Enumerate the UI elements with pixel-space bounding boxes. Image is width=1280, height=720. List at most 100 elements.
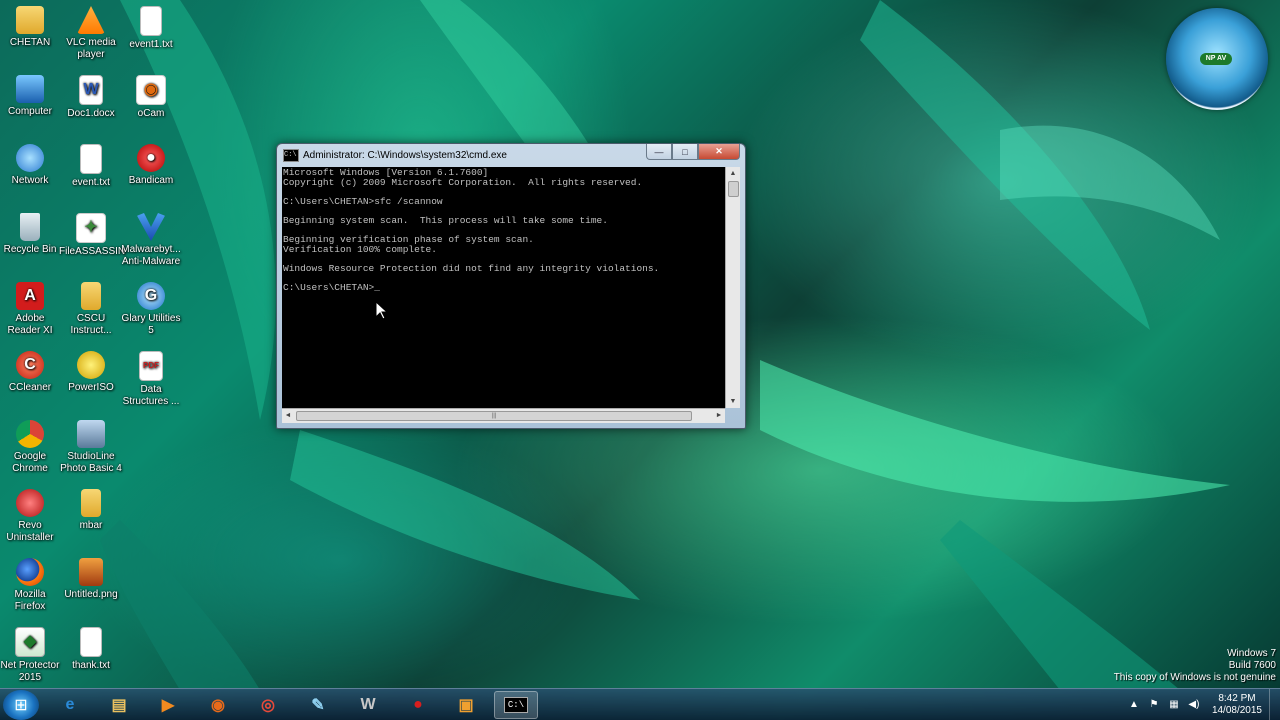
notepad-icon: ✎ xyxy=(311,697,325,714)
console-output[interactable]: Microsoft Windows [Version 6.1.7600] Copy… xyxy=(282,167,725,408)
taskbar-windows-explorer-button[interactable]: ▤ xyxy=(97,691,141,719)
console-line: C:\Users\CHETAN>_ xyxy=(283,282,380,294)
taskbar-cmd-button[interactable]: C:\ xyxy=(494,691,538,719)
desktop-icon-thank[interactable]: thank.txt xyxy=(59,627,123,672)
desktop-icon-label: mbar xyxy=(79,520,103,531)
taskbar-firefox-button[interactable]: ◉ xyxy=(196,691,240,719)
network-tray-icon[interactable]: ▦ xyxy=(1167,698,1181,712)
desktop-icon-label: oCam xyxy=(137,108,165,119)
scroll-up-icon[interactable]: ▲ xyxy=(726,167,740,180)
desktop-icon-label: FileASSASSIN xyxy=(59,246,126,257)
desktop-icon-firefox[interactable]: Mozilla Firefox xyxy=(0,558,62,613)
malwarebytes-icon xyxy=(137,213,165,241)
taskbar-notepad-button[interactable]: ✎ xyxy=(296,691,340,719)
desktop-icon-fileassassin[interactable]: ✦ FileASSASSIN xyxy=(59,213,126,258)
desktop-icon-label: thank.txt xyxy=(72,660,110,671)
windows-watermark: Windows 7 Build 7600 This copy of Window… xyxy=(1114,648,1276,684)
ocam-icon: ◉ xyxy=(136,75,166,105)
desktop-icon-bandicam[interactable]: ● Bandicam xyxy=(119,144,183,187)
antivirus-gadget[interactable]: NP AV xyxy=(1166,8,1268,110)
desktop-icon-google-chrome[interactable]: Google Chrome xyxy=(0,420,62,475)
watermark-build: Build 7600 xyxy=(1228,660,1276,671)
image-file-icon xyxy=(79,558,103,586)
taskbar-internet-explorer-button[interactable]: e xyxy=(48,691,92,719)
desktop-icon-label: Untitled.png xyxy=(64,589,118,600)
console-line: C:\Users\CHETAN>sfc /scannow xyxy=(283,195,443,207)
internet-explorer-icon: e xyxy=(65,696,75,713)
horizontal-scroll-thumb[interactable]: ||| xyxy=(296,411,692,421)
desktop-icon-studioline[interactable]: StudioLine Photo Basic 4 xyxy=(59,420,123,475)
chrome-icon xyxy=(16,420,44,448)
scroll-right-icon[interactable]: ► xyxy=(713,409,725,423)
minimize-button[interactable]: — xyxy=(646,144,672,160)
desktop-icon-label: Google Chrome xyxy=(12,451,48,474)
computer-icon xyxy=(16,75,44,103)
show-desktop-button[interactable] xyxy=(1269,689,1280,720)
firefox-icon xyxy=(16,558,44,586)
start-button[interactable]: ⊞ xyxy=(3,690,39,720)
media-player-icon: ▶ xyxy=(161,697,175,714)
vertical-scroll-thumb[interactable] xyxy=(728,181,739,197)
desktop-icon-data-structures[interactable]: PDF Data Structures ... xyxy=(119,351,183,408)
volume-icon[interactable]: ◀) xyxy=(1187,698,1201,712)
chrome-icon: ◎ xyxy=(261,697,275,714)
adobe-reader-icon: A xyxy=(16,282,44,310)
desktop-icon-recycle-bin[interactable]: Recycle Bin xyxy=(0,213,62,256)
desktop-icon-untitled-png[interactable]: Untitled.png xyxy=(59,558,123,601)
taskbar-ocam-button[interactable]: ▣ xyxy=(444,691,488,719)
maximize-button[interactable]: □ xyxy=(672,144,698,160)
taskbar-wwe-game-button[interactable]: W xyxy=(346,691,390,719)
vertical-scrollbar[interactable]: ▲ ▼ xyxy=(725,167,740,408)
cmd-window[interactable]: C:\ Administrator: C:\Windows\system32\c… xyxy=(276,143,746,429)
desktop-icon-net-protector[interactable]: ◆ Net Protector 2015 xyxy=(0,627,62,684)
text-file-icon xyxy=(80,627,102,657)
desktop-icon-label: event.txt xyxy=(72,177,110,188)
horizontal-scrollbar[interactable]: ◄ ||| ► xyxy=(282,408,725,423)
action-center-flag-icon[interactable]: ⚑ xyxy=(1147,698,1161,712)
desktop-icon-label: CSCU Instruct... xyxy=(70,313,112,336)
desktop-icon-label: Bandicam xyxy=(128,175,174,186)
ccleaner-icon: C xyxy=(16,351,44,379)
desktop-icon-ocam[interactable]: ◉ oCam xyxy=(119,75,183,120)
clock[interactable]: 8:42 PM 14/08/2015 xyxy=(1212,693,1262,717)
desktop-icon-label: Mozilla Firefox xyxy=(14,589,46,612)
taskbar-media-player-button[interactable]: ▶ xyxy=(146,691,190,719)
word-doc-icon: W xyxy=(79,75,103,105)
desktop-icon-label: PowerISO xyxy=(68,382,114,393)
desktop-icon-computer[interactable]: Computer xyxy=(0,75,62,118)
gadget-badge: NP AV xyxy=(1200,53,1232,65)
scroll-left-icon[interactable]: ◄ xyxy=(282,409,294,423)
show-hidden-icons-chevron-icon[interactable]: ▲ xyxy=(1127,698,1141,712)
desktop-icon-label: Glary Utilities 5 xyxy=(121,313,181,336)
desktop-icon-label: Net Protector 2015 xyxy=(0,660,60,683)
text-file-icon xyxy=(140,6,162,36)
desktop-icon-ccleaner[interactable]: C CCleaner xyxy=(0,351,62,394)
scroll-down-icon[interactable]: ▼ xyxy=(726,395,740,408)
desktop-icon-label: StudioLine Photo Basic 4 xyxy=(60,451,122,474)
desktop-icon-adobe-reader[interactable]: A Adobe Reader XI xyxy=(0,282,62,337)
close-button[interactable]: ✕ xyxy=(698,144,740,160)
desktop-icon-chetan[interactable]: CHETAN xyxy=(0,6,62,49)
desktop-icon-glary[interactable]: G Glary Utilities 5 xyxy=(119,282,183,337)
cmd-titlebar[interactable]: C:\ Administrator: C:\Windows\system32\c… xyxy=(277,144,745,166)
desktop-icon-malwarebytes[interactable]: Malwarebyt... Anti-Malware xyxy=(119,213,183,268)
watermark-genuine-notice: This copy of Windows is not genuine xyxy=(1113,672,1276,683)
desktop-icon-revo[interactable]: Revo Uninstaller xyxy=(0,489,62,544)
taskbar-bandicam-button[interactable]: ● xyxy=(396,691,440,719)
desktop-icon-label: VLC media player xyxy=(66,37,116,60)
console-line: Beginning system scan. This process will… xyxy=(283,214,608,226)
mouse-cursor-icon xyxy=(376,302,388,320)
desktop-icon-event[interactable]: event.txt xyxy=(59,144,123,189)
windows-explorer-icon: ▤ xyxy=(111,697,127,714)
desktop-icon-network[interactable]: Network xyxy=(0,144,62,187)
desktop-icon-mbar[interactable]: mbar xyxy=(59,489,123,532)
desktop-icon-label: Network xyxy=(11,175,49,186)
desktop-icon-poweriso[interactable]: PowerISO xyxy=(59,351,123,394)
desktop-icon-cscu[interactable]: CSCU Instruct... xyxy=(59,282,123,337)
taskbar-chrome-button[interactable]: ◎ xyxy=(246,691,290,719)
bandicam-icon: ● xyxy=(413,696,423,713)
desktop-icon-vlc[interactable]: VLC media player xyxy=(59,6,123,61)
clock-date: 14/08/2015 xyxy=(1211,705,1262,716)
desktop-icon-event1[interactable]: event1.txt xyxy=(119,6,183,51)
desktop-icon-doc1[interactable]: W Doc1.docx xyxy=(59,75,123,120)
